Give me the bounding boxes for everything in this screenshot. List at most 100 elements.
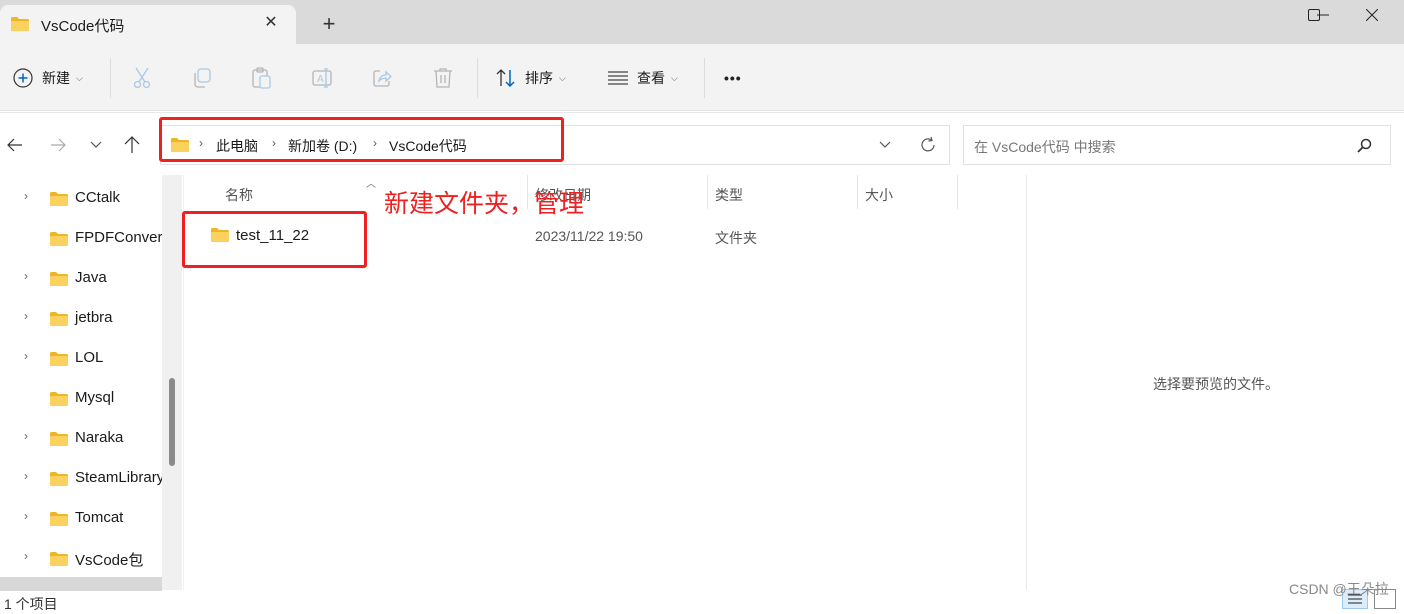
search-placeholder: 在 VsCode代码 中搜索: [974, 139, 1116, 155]
sidebar-item[interactable]: › Java: [0, 257, 162, 297]
sidebar-scroll-thumb[interactable]: [169, 378, 175, 466]
folder-icon: [11, 17, 29, 31]
chevron-down-icon[interactable]: [879, 141, 891, 149]
folder-icon: [50, 192, 68, 206]
folder-icon: [50, 232, 68, 246]
file-type: 文件夹: [715, 230, 757, 246]
paste-icon: [252, 67, 271, 89]
annotation-box-address: [159, 117, 564, 162]
rename-icon: A: [312, 68, 332, 88]
divider: [704, 58, 705, 98]
column-header-type[interactable]: 类型: [715, 185, 743, 205]
list-view-icon: [608, 71, 628, 85]
new-button[interactable]: 新建 ⌵: [13, 62, 83, 94]
svg-text:A: A: [317, 74, 324, 85]
cut-icon: [133, 67, 151, 89]
search-icon[interactable]: [1356, 138, 1372, 154]
chevron-down-icon: [90, 141, 102, 148]
divider: [110, 58, 111, 98]
sidebar-horizontal-scrollbar[interactable]: [0, 577, 162, 591]
plus-circle-icon: [13, 68, 33, 88]
cut-button[interactable]: [132, 62, 152, 94]
close-icon: [1366, 9, 1378, 21]
sidebar-item-label: LOL: [75, 349, 104, 366]
maximize-button[interactable]: [1291, 0, 1337, 30]
sort-label: 排序: [525, 70, 553, 86]
chevron-right-icon[interactable]: ›: [24, 429, 28, 443]
annotation-text: 新建文件夹，管理: [384, 190, 585, 218]
sidebar-item-label: Java: [75, 269, 107, 286]
copy-button[interactable]: [192, 62, 212, 94]
sidebar-item-label: Tomcat: [75, 509, 124, 526]
sidebar-item[interactable]: FPDFConverter: [0, 217, 162, 257]
column-header-size[interactable]: 大小: [865, 185, 893, 205]
divider: [477, 58, 478, 98]
window-close-button[interactable]: [1349, 0, 1395, 30]
chevron-right-icon[interactable]: ›: [24, 469, 28, 483]
sidebar-item[interactable]: › CCtalk: [0, 177, 162, 217]
folder-icon: [50, 512, 68, 526]
column-header-name[interactable]: 名称: [225, 185, 253, 205]
up-button[interactable]: [120, 133, 144, 157]
folder-icon: [50, 552, 68, 566]
view-label: 查看: [637, 70, 665, 86]
plus-icon[interactable]: +: [318, 13, 340, 35]
command-bar: 新建 ⌵ A 排序 ⌵ 查看 ⌵ •••: [0, 44, 1404, 111]
close-icon[interactable]: ✕: [262, 14, 280, 32]
more-icon: •••: [724, 70, 742, 86]
annotation-box-folder: [182, 211, 367, 268]
title-bar: VsCode代码 ✕ +: [0, 0, 1404, 44]
arrow-up-icon: [124, 136, 140, 153]
chevron-right-icon[interactable]: ›: [24, 189, 28, 203]
chevron-down-icon: ⌵: [76, 72, 83, 83]
chevron-right-icon[interactable]: ›: [24, 309, 28, 323]
preview-pane: 选择要预览的文件。: [1026, 175, 1404, 590]
column-divider[interactable]: [957, 175, 958, 209]
sidebar-item-label: FPDFConverter: [75, 229, 162, 246]
sidebar-item[interactable]: › jetbra: [0, 297, 162, 337]
share-icon: [373, 70, 392, 87]
sidebar-item-label: VsCode包: [75, 552, 144, 569]
chevron-right-icon[interactable]: ›: [24, 269, 28, 283]
trash-icon: [434, 68, 452, 88]
sidebar-item[interactable]: Mysql: [0, 377, 162, 417]
more-button[interactable]: •••: [724, 62, 742, 94]
sidebar-item[interactable]: › SteamLibrary: [0, 457, 162, 497]
new-label: 新建: [42, 70, 70, 86]
sidebar-item[interactable]: › Tomcat: [0, 497, 162, 537]
forward-button[interactable]: [46, 133, 70, 157]
delete-button[interactable]: [433, 62, 453, 94]
chevron-down-icon: ⌵: [671, 72, 678, 83]
search-input[interactable]: 在 VsCode代码 中搜索: [963, 125, 1391, 165]
folder-icon: [50, 472, 68, 486]
tab-vscode[interactable]: VsCode代码 ✕: [0, 5, 296, 44]
sidebar-item-label: CCtalk: [75, 189, 121, 206]
sidebar-item[interactable]: › Naraka: [0, 417, 162, 457]
chevron-right-icon[interactable]: ›: [24, 549, 28, 563]
arrow-left-icon: [7, 138, 22, 152]
rename-button[interactable]: A: [312, 62, 334, 94]
sidebar-item[interactable]: › LOL: [0, 337, 162, 377]
view-button[interactable]: 查看 ⌵: [608, 62, 678, 94]
column-divider[interactable]: [707, 175, 708, 209]
sort-icon: [496, 69, 515, 88]
sidebar-item[interactable]: › VsCode包: [0, 537, 162, 577]
sort-button[interactable]: 排序 ⌵: [496, 62, 566, 94]
sidebar-item-label: SteamLibrary: [75, 469, 162, 486]
chevron-right-icon[interactable]: ›: [24, 349, 28, 363]
refresh-icon[interactable]: [919, 136, 937, 154]
copy-icon: [194, 68, 211, 88]
folder-icon: [50, 392, 68, 406]
status-bar: 1 个项目: [0, 591, 1404, 612]
recent-button[interactable]: [84, 133, 108, 157]
back-button[interactable]: [3, 133, 27, 157]
chevron-right-icon[interactable]: ›: [24, 509, 28, 523]
column-divider[interactable]: [857, 175, 858, 209]
folder-icon: [50, 432, 68, 446]
sidebar-item-label: Naraka: [75, 429, 124, 446]
item-count: 1 个项目: [4, 596, 58, 612]
paste-button[interactable]: [252, 62, 272, 94]
folder-icon: [50, 272, 68, 286]
sidebar-item-label: Mysql: [75, 389, 115, 406]
share-button[interactable]: [372, 62, 392, 94]
